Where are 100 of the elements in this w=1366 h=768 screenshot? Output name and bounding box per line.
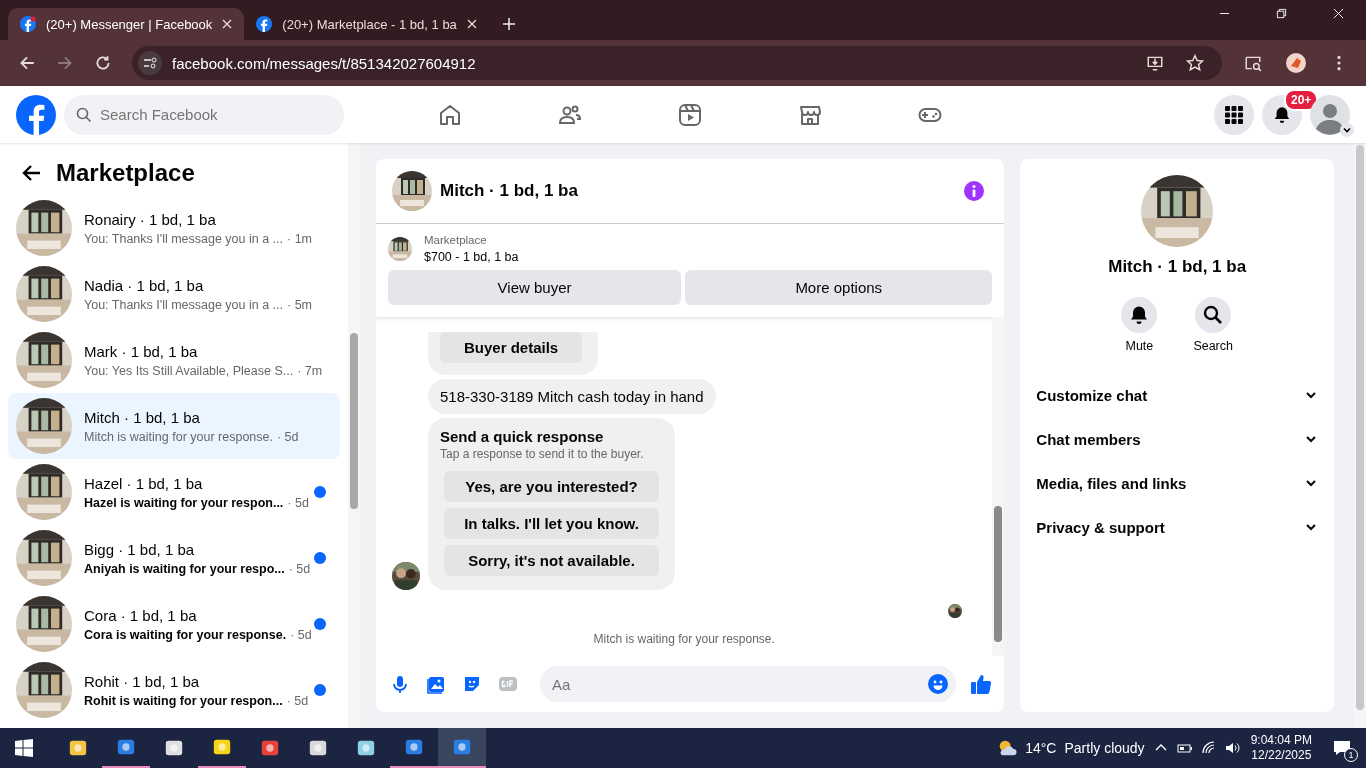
emoji-icon[interactable] (928, 674, 949, 694)
section-title: Privacy & support (1036, 518, 1165, 536)
chevron-down-icon[interactable] (1340, 122, 1354, 137)
volume-icon[interactable] (1224, 740, 1241, 756)
message-preview: Mitch is waiting for your response. (84, 429, 273, 444)
message-preview: You: Yes Its Still Available, Please S... (84, 363, 294, 378)
message-preview: Aniyah is waiting for your respo... (84, 561, 285, 576)
section-title: Media, files and links (1036, 474, 1187, 492)
message-time: · 7m (297, 363, 323, 378)
close-icon[interactable] (466, 19, 477, 29)
message-time: · 5m (287, 297, 313, 312)
bell-icon (1273, 105, 1291, 124)
unread-dot (314, 486, 326, 498)
video-icon[interactable] (678, 102, 702, 127)
unread-dot (314, 618, 326, 630)
account-avatar-icon[interactable] (1310, 94, 1350, 135)
new-tab-icon[interactable] (502, 18, 515, 30)
menu-button[interactable] (1214, 94, 1254, 135)
section-header[interactable]: Media, files and links (1028, 461, 1326, 505)
section-title: Customize chat (1036, 386, 1148, 404)
quick-response-option[interactable]: Yes, are you interested? (444, 471, 659, 502)
temperature-text: 14°C (1025, 740, 1057, 756)
quick-response-option[interactable]: Sorry, it's not available. (444, 545, 659, 576)
listing-label: Marketplace (424, 234, 488, 246)
close-icon[interactable] (222, 19, 233, 29)
quick-response-title: Send a quick response (440, 428, 605, 445)
thumbs-up-icon[interactable] (970, 673, 993, 695)
unread-dot (314, 684, 326, 696)
quick-response-subtitle: Tap a response to send it to the buyer. (440, 447, 645, 461)
home-icon[interactable] (438, 102, 462, 127)
message-time: · 5d (287, 495, 309, 510)
scrollbar[interactable] (1354, 143, 1366, 728)
search-field[interactable]: Search Facebook (64, 94, 344, 135)
notification-badge: 20+ (1284, 88, 1319, 111)
message-time: · 5d (276, 429, 299, 444)
notification-count: 1 (1344, 748, 1358, 762)
message-bubble: 518-330-3189 Mitch cash today in hand (428, 379, 716, 414)
scrollbar[interactable] (348, 143, 360, 728)
chat-title[interactable]: Mitch · 1 bd, 1 ba (440, 181, 578, 201)
message-input[interactable]: Aa (540, 666, 957, 702)
tab-title: (20+) Messenger | Facebook (46, 16, 213, 32)
conversation-item[interactable]: Rohit · 1 bd, 1 ba Rohit is waiting for your respon... · 5d (8, 657, 340, 723)
contact-name: Mitch · 1 bd, 1 ba (1108, 257, 1247, 277)
action-label: Mute (1125, 339, 1154, 353)
profile-icon[interactable] (1286, 53, 1306, 73)
image-icon[interactable] (426, 674, 446, 694)
back-arrow-icon[interactable] (22, 163, 42, 183)
grid-icon (1225, 105, 1243, 124)
conversation-item[interactable]: Cora · 1 bd, 1 ba Cora is waiting for your response. · 5d (8, 591, 340, 657)
listing-button[interactable]: More options (685, 270, 993, 305)
section-header[interactable]: Chat members (1028, 417, 1326, 461)
message-preview: You: Thanks I'll message you in a ... (84, 231, 284, 246)
conversation-item[interactable]: Mark · 1 bd, 1 ba You: Yes Its Still Available, Please S... · 7m (8, 327, 340, 393)
search-icon (76, 106, 92, 123)
conversation-name: Cora · 1 bd, 1 ba (84, 606, 198, 624)
section-title: Chat members (1036, 430, 1141, 448)
conversation-item[interactable]: Ronairy · 1 bd, 1 ba You: Thanks I'll message you in a ... · 1m (8, 195, 340, 261)
weather-icon[interactable] (997, 738, 1018, 758)
message-preview: Rohit is waiting for your respon... (84, 693, 283, 708)
message-preview: Cora is waiting for your response. (84, 627, 287, 642)
conversation-item[interactable]: Mitch · 1 bd, 1 ba Mitch is waiting for your response. · 5d (8, 393, 340, 459)
sticker-icon[interactable] (462, 674, 482, 694)
start-icon[interactable] (14, 738, 34, 758)
listing-title[interactable]: $700 - 1 bd, 1 ba (424, 250, 519, 264)
conversation-name: Mitch · 1 bd, 1 ba (84, 408, 201, 426)
browser-tab[interactable]: (20+) Marketplace - 1 bd, 1 ba (244, 8, 489, 40)
search-button[interactable] (1195, 297, 1232, 333)
message-time: · 1m (287, 231, 313, 246)
unread-dot (314, 552, 326, 564)
weather-text: Partly cloudy (1064, 740, 1145, 756)
buyer-details-button[interactable]: Buyer details (440, 332, 583, 363)
action-label: Search (1193, 339, 1233, 353)
address-bar[interactable]: facebook.com/messages/t/851342027604912 (132, 46, 1222, 80)
quick-response-option[interactable]: In talks. I'll let you know. (444, 508, 659, 539)
message-preview: You: Thanks I'll message you in a ... (84, 297, 284, 312)
message-time: · 5d (286, 693, 309, 708)
restore-icon[interactable] (1276, 7, 1287, 19)
conversation-name: Rohit · 1 bd, 1 ba (84, 672, 201, 690)
section-header[interactable]: Customize chat (1028, 373, 1326, 417)
conversation-item[interactable]: Bigg · 1 bd, 1 ba Aniyah is waiting for your respo... · 5d (8, 525, 340, 591)
listing-button[interactable]: View buyer (388, 270, 682, 305)
notification-center-icon[interactable] (1332, 738, 1352, 758)
wifi-icon[interactable] (1200, 740, 1217, 756)
browser-tab[interactable]: (20+) Messenger | Facebook (8, 8, 245, 40)
search-icon (1203, 305, 1224, 325)
site-settings-icon[interactable] (138, 51, 162, 75)
conversation-item[interactable]: Nadia · 1 bd, 1 ba You: Thanks I'll message you in a ... · 5m (8, 261, 340, 327)
conversation-name: Hazel · 1 bd, 1 ba (84, 474, 204, 492)
facebook-logo-icon[interactable] (16, 94, 56, 135)
info-icon[interactable] (964, 181, 985, 201)
section-header[interactable]: Privacy & support (1028, 505, 1326, 549)
message-preview: Hazel is waiting for your respon... (84, 495, 284, 510)
conversation-name: Bigg · 1 bd, 1 ba (84, 540, 196, 558)
scrollbar[interactable] (992, 317, 1005, 656)
clock[interactable]: 9:04:04 PM 12/22/2025 (1250, 733, 1312, 763)
tab-title: (20+) Marketplace - 1 bd, 1 ba (282, 16, 457, 32)
status-text: Mitch is waiting for your response. (593, 632, 775, 646)
conversation-item[interactable]: Hazel · 1 bd, 1 ba Hazel is waiting for your respon... · 5d (8, 459, 340, 525)
microphone-icon[interactable] (390, 674, 410, 694)
mute-button[interactable] (1121, 297, 1158, 333)
